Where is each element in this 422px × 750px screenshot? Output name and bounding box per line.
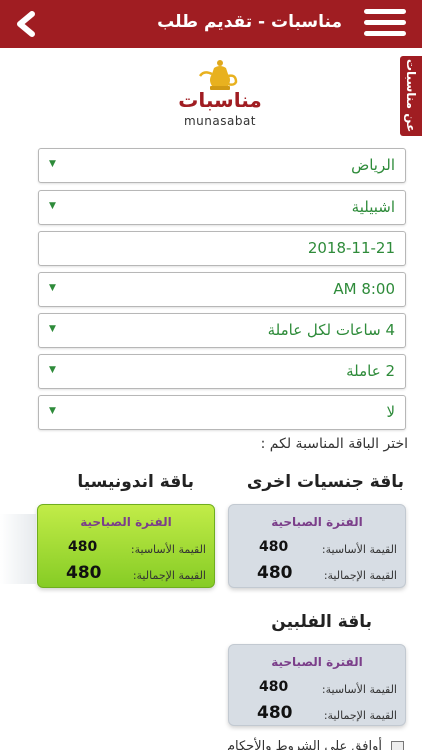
hours-select[interactable]: 4 ساعات لكل عاملة ▼ <box>38 313 406 348</box>
total-price-value: 480 <box>257 703 293 723</box>
about-side-tab-label: عن مناسبات <box>404 59 418 133</box>
dropdown-caret-icon: ▼ <box>49 406 56 416</box>
coffee-pot-icon <box>198 60 238 90</box>
workers-select[interactable]: 2 عاملة ▼ <box>38 354 406 389</box>
city-value: الرياض <box>351 156 395 174</box>
total-price-label: القيمة الإجمالية: <box>323 569 397 582</box>
package-card-philippines[interactable]: الفترة الصباحية القيمة الأساسية: 480 الق… <box>228 644 406 726</box>
dropdown-caret-icon: ▼ <box>49 283 56 293</box>
hours-value: 4 ساعات لكل عاملة <box>267 321 395 339</box>
hamburger-menu-icon[interactable] <box>364 9 406 39</box>
package-title-philippines: باقة الفلبين <box>271 612 372 632</box>
time-select[interactable]: AM 8:00 ▼ <box>38 272 406 307</box>
package-card-indonesia[interactable]: الفترة الصباحية القيمة الأساسية: 480 الق… <box>37 504 215 588</box>
base-price-label: القيمة الأساسية: <box>321 683 397 696</box>
period-label: الفترة الصباحية <box>271 515 363 529</box>
time-value: AM 8:00 <box>333 280 395 298</box>
scroll-fade <box>0 514 36 584</box>
total-price-label: القيمة الإجمالية: <box>132 569 206 582</box>
package-title-indonesia: باقة اندونيسيا <box>77 472 194 492</box>
dropdown-caret-icon: ▼ <box>49 324 56 334</box>
back-arrow-icon[interactable] <box>12 10 44 38</box>
dropdown-caret-icon: ▼ <box>49 365 56 375</box>
base-price-value: 480 <box>68 539 98 555</box>
logo-english-text: munasabat <box>183 114 257 128</box>
extra-select[interactable]: لا ▼ <box>38 395 406 430</box>
district-value: اشبيلية <box>351 198 395 216</box>
total-price-value: 480 <box>257 563 293 583</box>
terms-label: أوافق على الشروط والأحكام <box>226 739 382 750</box>
dropdown-caret-icon: ▼ <box>49 201 56 211</box>
total-price-label: القيمة الإجمالية: <box>323 709 397 722</box>
page-title: مناسبات - تقديم طلب <box>157 12 342 32</box>
package-title-other: باقة جنسيات اخرى <box>246 472 404 492</box>
date-value: 2018-11-21 <box>307 239 395 257</box>
terms-checkbox[interactable] <box>391 741 404 750</box>
package-card-other[interactable]: الفترة الصباحية القيمة الأساسية: 480 الق… <box>228 504 406 588</box>
base-price-label: القيمة الأساسية: <box>321 543 397 556</box>
about-side-tab[interactable]: عن مناسبات <box>400 56 422 136</box>
workers-value: 2 عاملة <box>346 362 395 380</box>
district-select[interactable]: اشبيلية ▼ <box>38 190 406 225</box>
city-select[interactable]: الرياض ▼ <box>38 148 406 183</box>
top-bar: مناسبات - تقديم طلب <box>0 0 422 48</box>
period-label: الفترة الصباحية <box>271 655 363 669</box>
date-field[interactable]: 2018-11-21 <box>38 231 406 266</box>
total-price-value: 480 <box>66 563 102 583</box>
base-price-label: القيمة الأساسية: <box>130 543 206 556</box>
base-price-value: 480 <box>259 679 289 695</box>
dropdown-caret-icon: ▼ <box>49 159 56 169</box>
package-prompt: اختر الباقة المناسبة لكم : <box>260 436 408 452</box>
base-price-value: 480 <box>259 539 289 555</box>
extra-value: لا <box>386 403 395 421</box>
logo-arabic-text: مناسبات <box>178 88 262 112</box>
munasabat-logo: مناسبات munasabat <box>170 58 270 130</box>
period-label: الفترة الصباحية <box>80 515 172 529</box>
